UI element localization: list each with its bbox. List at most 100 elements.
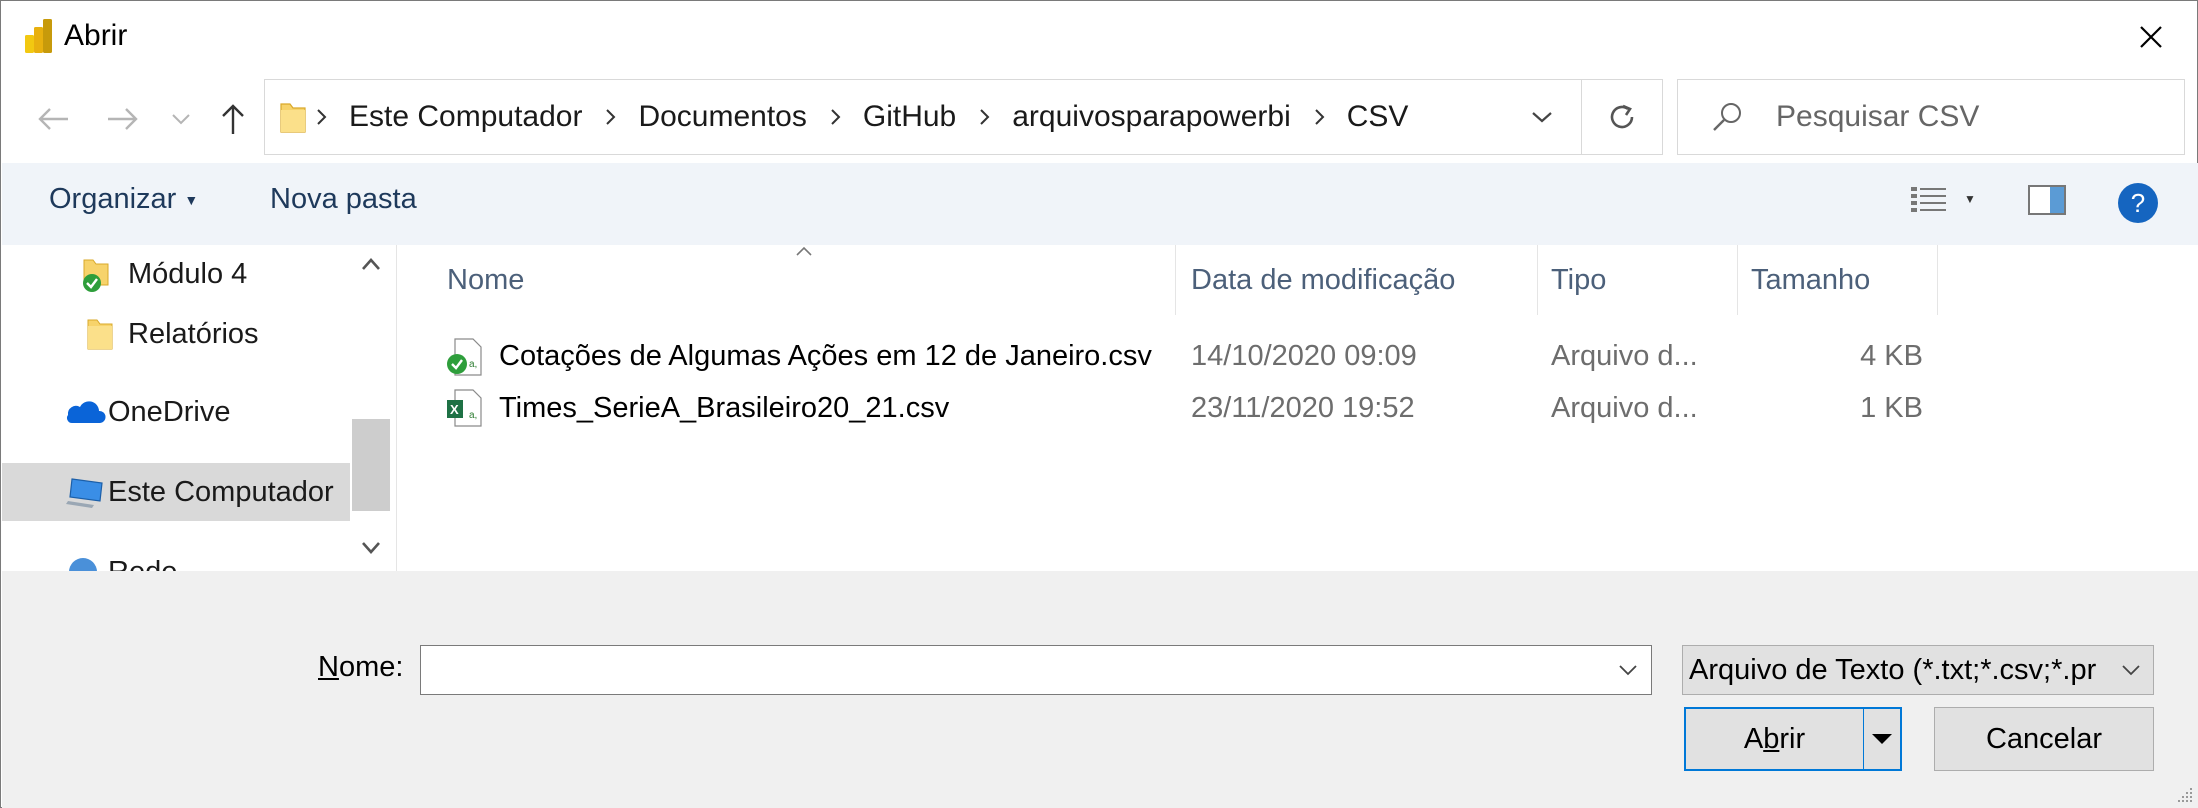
open-button[interactable]: Ab rir: [1686, 709, 1864, 769]
address-bar[interactable]: Este Computador Documentos GitHub arquiv…: [264, 79, 1582, 155]
open-file-dialog: Abrir Este Computador Documentos GitHub …: [0, 0, 2198, 808]
table-row[interactable]: a, X Times_SerieA_Brasileiro20_21.csv 23…: [397, 383, 1923, 433]
sidebar-item-label: Rede: [108, 556, 177, 572]
file-name-label: Nome:: [318, 651, 403, 684]
sidebar-item-este-computador[interactable]: Este Computador: [2, 463, 350, 521]
column-header-type[interactable]: Tipo: [1551, 245, 1731, 315]
folder-icon: [280, 103, 306, 133]
computer-icon: [66, 478, 103, 508]
back-button[interactable]: [31, 99, 75, 139]
network-icon: [69, 558, 97, 571]
open-options-button[interactable]: [1864, 709, 1900, 769]
command-bar: Organizar ▼ Nova pasta ▼: [2, 163, 2198, 245]
scroll-down-icon[interactable]: [358, 535, 384, 561]
chevron-right-icon[interactable]: [315, 108, 327, 126]
column-header-label: Nome: [447, 263, 525, 296]
table-row[interactable]: a, Cotações de Algumas Ações em 12 de Ja…: [397, 331, 1923, 381]
column-header-size[interactable]: Tamanho: [1751, 245, 1931, 315]
breadcrumb-item-csv[interactable]: CSV: [1347, 100, 1409, 134]
dropdown-arrow-icon: ▼: [1964, 192, 1976, 206]
new-folder-label: Nova pasta: [270, 183, 417, 215]
file-type-dropdown-button[interactable]: [2115, 646, 2147, 694]
chevron-down-icon: [2122, 665, 2140, 676]
column-header-label: Tamanho: [1751, 263, 1871, 296]
column-divider[interactable]: [1937, 245, 1938, 315]
close-icon: [2140, 26, 2162, 48]
file-name[interactable]: Times_SerieA_Brasileiro20_21.csv: [499, 383, 1179, 433]
chevron-right-icon[interactable]: [978, 108, 990, 126]
file-type-filter-value: Arquivo de Texto (*.txt;*.csv;*.pr: [1689, 653, 2097, 686]
file-modified: 14/10/2020 09:09: [1191, 339, 1417, 372]
synced-folder-icon: [83, 259, 109, 292]
chevron-down-icon: [1532, 112, 1552, 123]
accelerator-key: N: [318, 651, 339, 683]
breadcrumb-item-computer[interactable]: Este Computador: [349, 100, 582, 134]
navigation-scrollbar[interactable]: [350, 245, 392, 571]
recent-locations-button[interactable]: [167, 99, 195, 139]
sidebar-item-label: OneDrive: [108, 395, 231, 428]
svg-text:X: X: [450, 402, 459, 417]
title-bar: Abrir: [1, 1, 2197, 73]
file-type-filter[interactable]: Arquivo de Texto (*.txt;*.csv;*.pr: [1682, 645, 2154, 695]
scroll-thumb[interactable]: [352, 419, 390, 511]
forward-button[interactable]: [101, 99, 145, 139]
file-size: 4 KB: [1860, 339, 1923, 372]
organize-label: Organizar: [49, 183, 177, 215]
file-name-dropdown-button[interactable]: [1605, 646, 1651, 694]
sidebar-item-label: Módulo 4: [128, 257, 248, 290]
column-header-modified[interactable]: Data de modificação: [1191, 245, 1531, 315]
file-type: Arquivo d...: [1551, 339, 1698, 372]
file-name-input[interactable]: [421, 646, 1601, 694]
file-type: Arquivo d...: [1551, 391, 1698, 424]
arrow-left-icon: [38, 108, 68, 130]
file-size: 1 KB: [1860, 391, 1923, 424]
sidebar-item-modulo-4[interactable]: Módulo 4: [2, 245, 350, 303]
resize-grip-icon[interactable]: [2174, 784, 2194, 804]
scroll-up-icon[interactable]: [358, 251, 384, 277]
onedrive-cloud-icon: [67, 401, 106, 423]
chevron-right-icon[interactable]: [1313, 108, 1325, 126]
column-header-name[interactable]: Nome: [447, 245, 1097, 315]
sidebar-item-rede[interactable]: Rede: [2, 543, 350, 571]
column-divider[interactable]: [1537, 245, 1538, 315]
up-button[interactable]: [215, 99, 251, 139]
breadcrumb-item-documents[interactable]: Documentos: [638, 100, 806, 134]
svg-text:a,: a,: [469, 410, 477, 421]
file-modified: 23/11/2020 19:52: [1191, 391, 1415, 424]
refresh-icon: [1610, 104, 1634, 129]
preview-pane-icon: [2028, 185, 2066, 215]
cancel-button[interactable]: Cancelar: [1934, 707, 2154, 771]
organize-menu[interactable]: Organizar ▼: [49, 183, 198, 216]
close-button[interactable]: [2105, 1, 2197, 73]
sidebar-item-label: Este Computador: [108, 475, 334, 508]
search-box[interactable]: [1677, 79, 2185, 155]
new-folder-button[interactable]: Nova pasta: [270, 183, 417, 216]
file-name-combobox[interactable]: [420, 645, 1652, 695]
file-name[interactable]: Cotações de Algumas Ações em 12 de Janei…: [499, 331, 1179, 381]
refresh-button[interactable]: [1582, 79, 1663, 155]
dropdown-arrow-icon: [1872, 734, 1892, 744]
column-divider[interactable]: [1737, 245, 1738, 315]
address-history-dropdown[interactable]: [1515, 79, 1569, 155]
sidebar-item-relatorios[interactable]: Relatórios: [2, 305, 350, 363]
accelerator-key: b: [1763, 722, 1780, 755]
power-bi-icon: [25, 19, 52, 53]
breadcrumb-item-repo[interactable]: arquivosparapowerbi: [1012, 100, 1291, 134]
csv-excel-file-icon: a, X: [447, 389, 482, 427]
csv-synced-file-icon: a,: [447, 338, 482, 376]
search-icon: [1713, 103, 1741, 131]
chevron-right-icon[interactable]: [604, 108, 616, 126]
chevron-down-icon: [172, 114, 190, 125]
column-divider[interactable]: [1175, 245, 1176, 315]
breadcrumb-item-github[interactable]: GitHub: [863, 100, 956, 134]
folder-icon: [87, 319, 113, 350]
column-header-label: Tipo: [1551, 263, 1607, 296]
help-button[interactable]: ?: [2118, 183, 2158, 223]
change-view-button[interactable]: ▼: [1910, 185, 1976, 213]
column-header-label: Data de modificação: [1191, 263, 1456, 296]
chevron-right-icon[interactable]: [829, 108, 841, 126]
file-name-label-text: ome:: [338, 651, 404, 683]
sidebar-item-onedrive[interactable]: OneDrive: [2, 383, 350, 441]
preview-pane-button[interactable]: [2028, 185, 2066, 220]
search-input[interactable]: [1776, 80, 2166, 154]
